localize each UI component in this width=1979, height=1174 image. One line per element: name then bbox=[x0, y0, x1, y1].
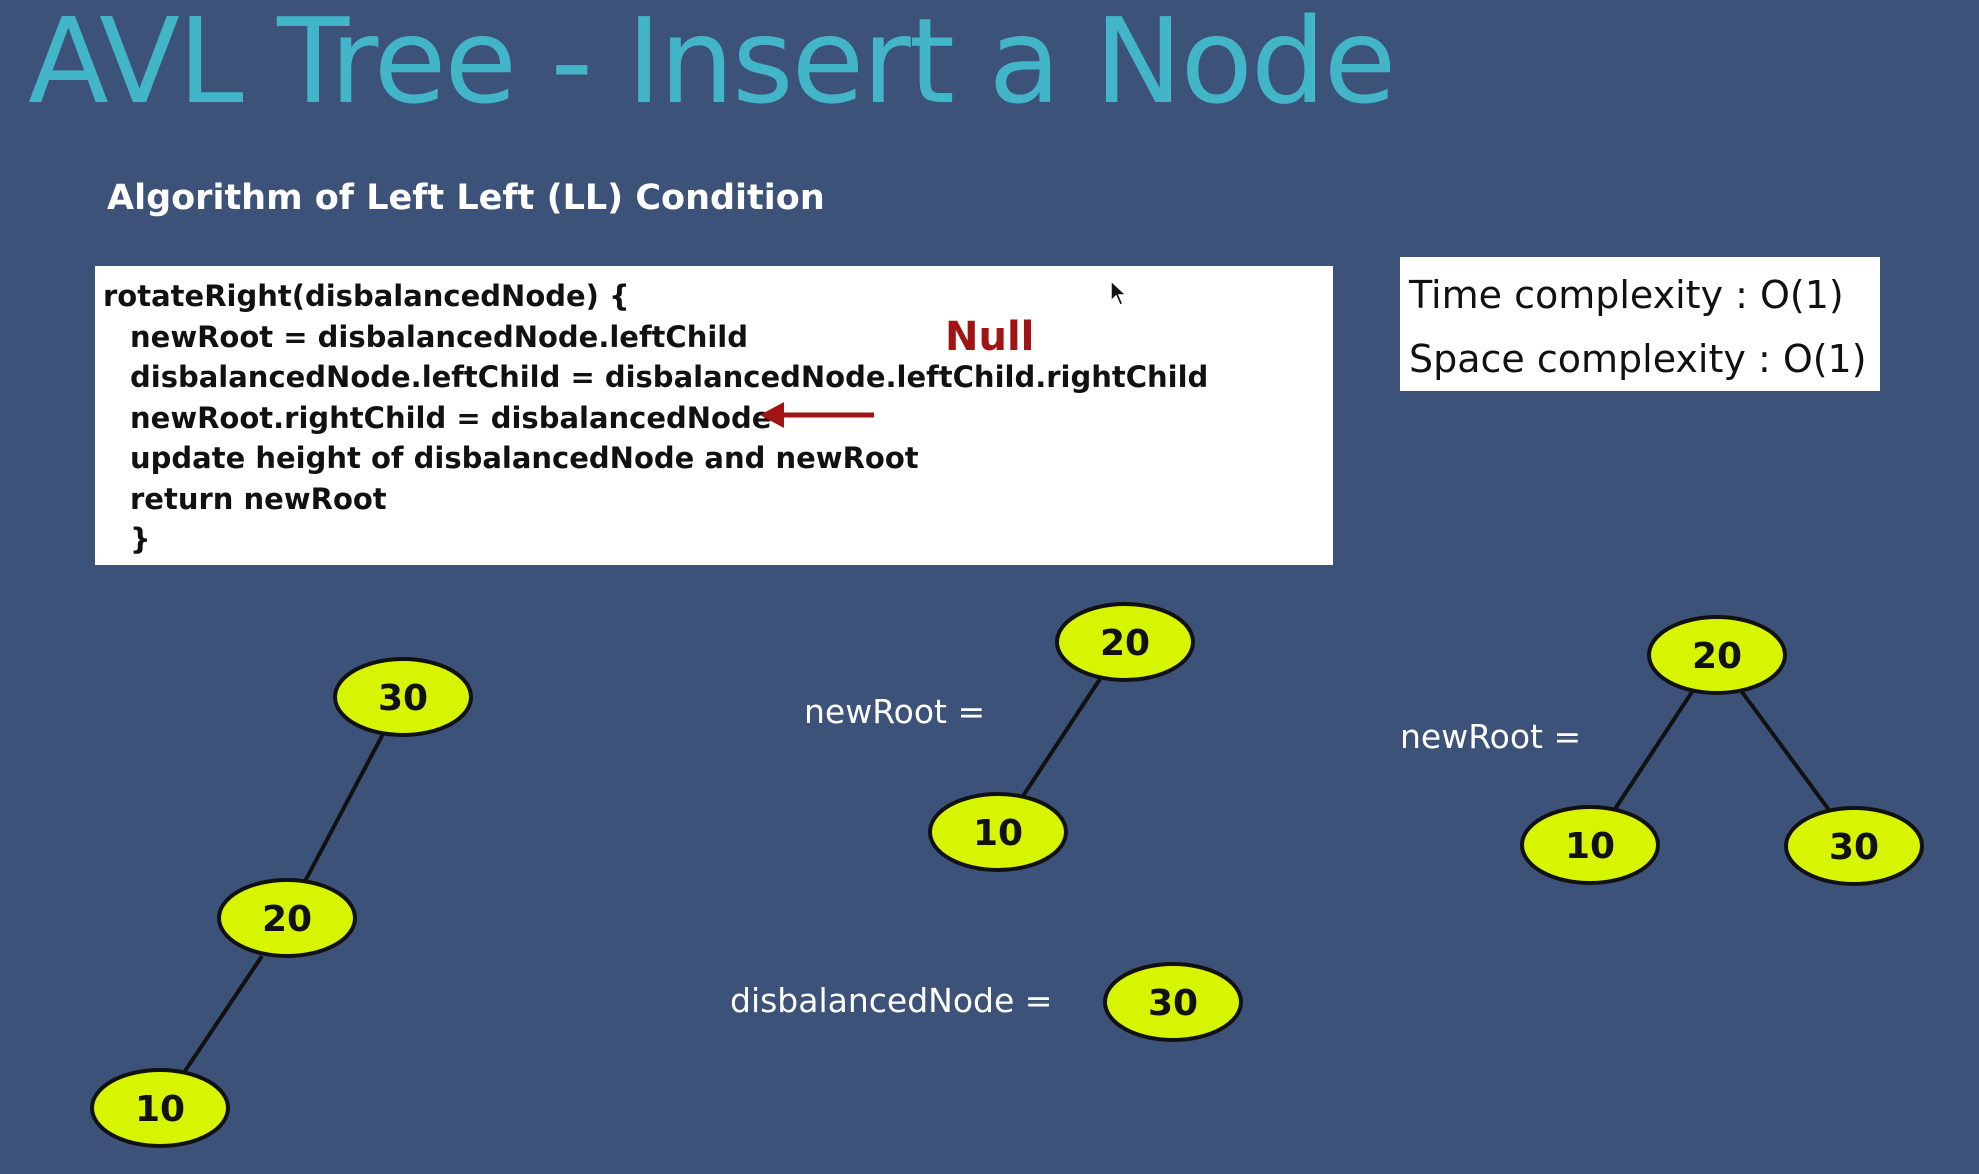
intermediate-tree: 20 10 bbox=[928, 602, 1195, 872]
tree-diagrams: 30 20 10 20 10 30 20 10 30 bbox=[90, 402, 1924, 1148]
node-value: 20 bbox=[1692, 636, 1742, 677]
node-value: 30 bbox=[378, 678, 428, 719]
disbalanced-tree: 30 bbox=[1103, 962, 1243, 1042]
node-value: 10 bbox=[973, 813, 1023, 854]
mouse-cursor-icon bbox=[1110, 280, 1128, 306]
tree-node: 10 bbox=[90, 1068, 230, 1148]
tree-node: 10 bbox=[928, 792, 1068, 872]
node-value: 30 bbox=[1829, 827, 1879, 868]
tree-node: 30 bbox=[1103, 962, 1243, 1042]
tree-edge bbox=[183, 954, 264, 1073]
node-value: 20 bbox=[262, 899, 312, 940]
rotated-tree: 20 10 30 bbox=[1520, 615, 1924, 886]
tree-node: 20 bbox=[1055, 602, 1195, 682]
node-value: 20 bbox=[1100, 623, 1150, 664]
node-value: 10 bbox=[1565, 826, 1615, 867]
tree-edge bbox=[1021, 677, 1102, 798]
tree-node: 20 bbox=[1647, 615, 1787, 695]
tree-node: 20 bbox=[217, 878, 357, 958]
arrow-head-icon bbox=[760, 402, 784, 428]
node-value: 10 bbox=[135, 1089, 185, 1130]
tree-node: 30 bbox=[1784, 806, 1924, 886]
original-tree: 30 20 10 bbox=[90, 657, 473, 1148]
tree-edge bbox=[1740, 690, 1831, 812]
tree-edge bbox=[1613, 690, 1694, 811]
tree-edge bbox=[301, 733, 385, 886]
tree-node: 30 bbox=[333, 657, 473, 737]
tree-node: 10 bbox=[1520, 805, 1660, 885]
node-value: 30 bbox=[1148, 983, 1198, 1024]
pointer-arrow bbox=[760, 402, 874, 428]
